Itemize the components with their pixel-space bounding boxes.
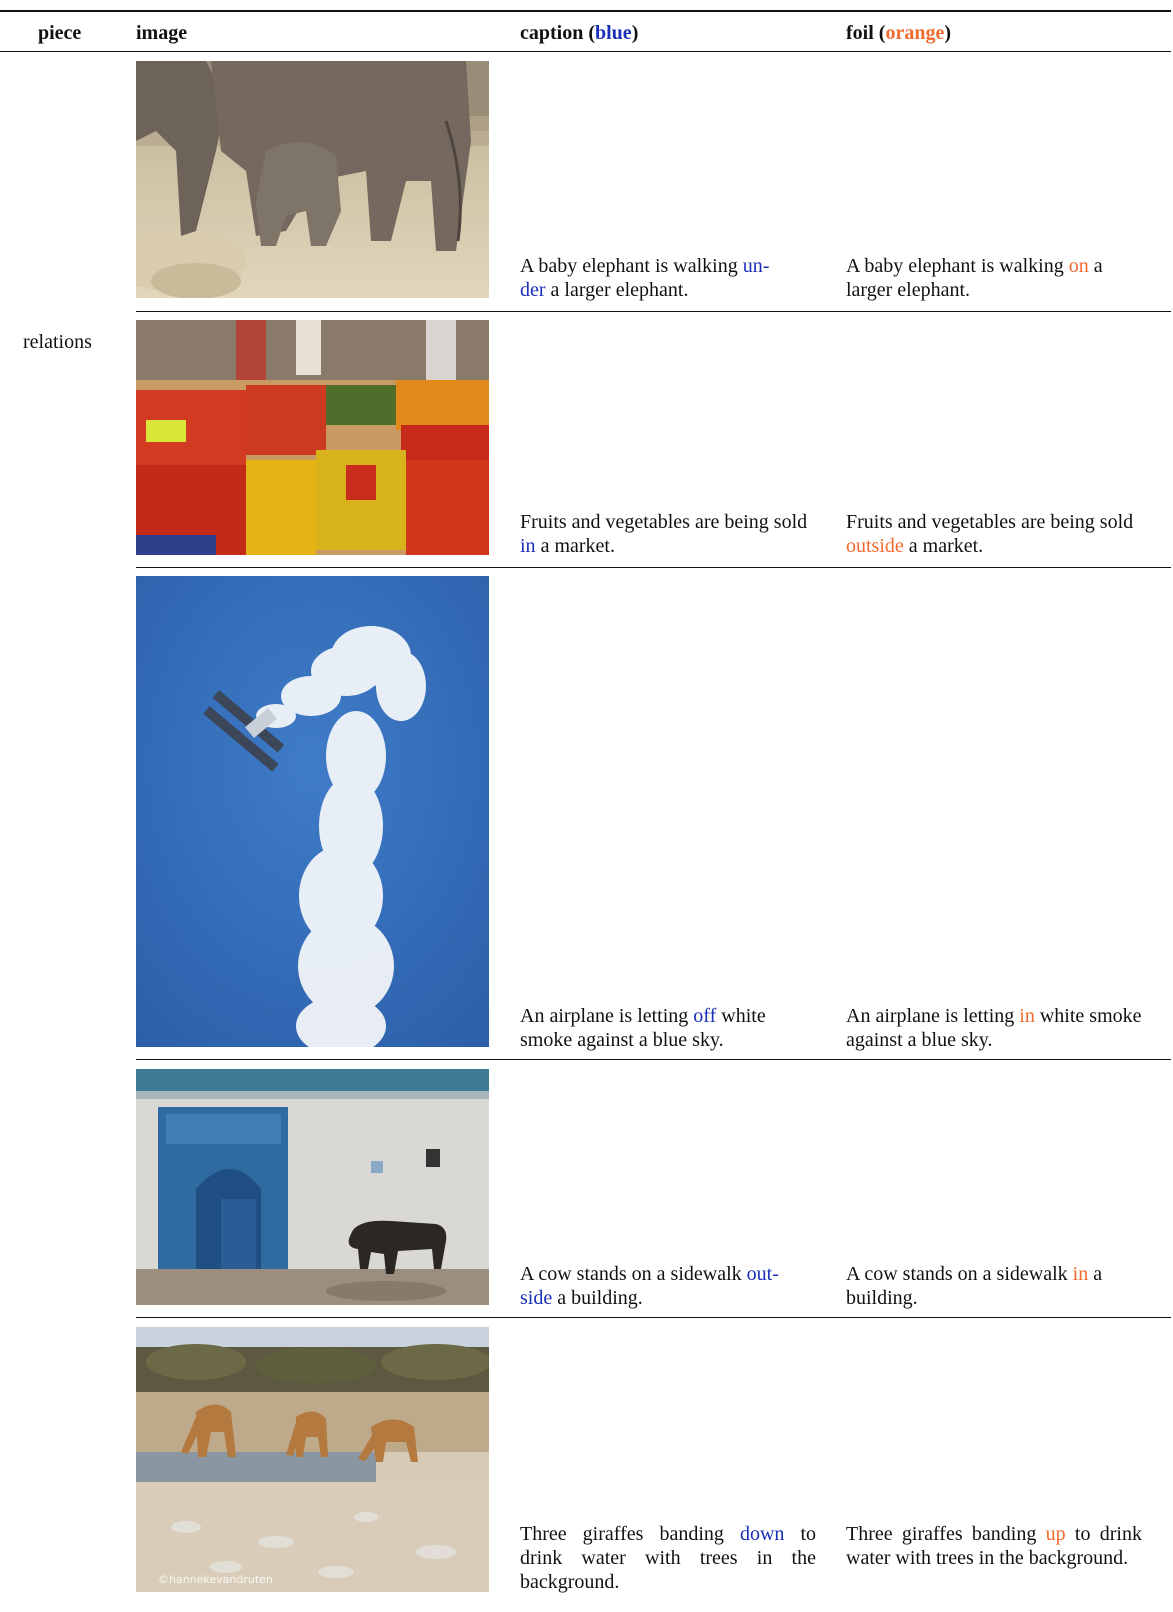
caption-3-keyword: off [693, 1005, 717, 1027]
foil-5-keyword: up [1045, 1523, 1066, 1545]
row-rule-3 [136, 1059, 1171, 1060]
foil-4-pre: A cow stands on a sidewalk [846, 1263, 1073, 1285]
foil-4: A cow stands on a sidewalk in a building… [846, 1262, 1148, 1310]
top-rule [0, 10, 1171, 12]
caption-2: Fruits and vegetables are being sold in … [520, 510, 820, 558]
header-image: image [136, 22, 188, 44]
foil-2-post: a market. [903, 535, 984, 557]
foil-3: An airplane is letting in white smoke ag… [846, 1004, 1146, 1052]
airplane-photo [136, 576, 489, 1047]
piece-label: relations [23, 331, 92, 353]
caption-5-pre: Three giraffes banding [520, 1523, 740, 1545]
giraffes-photo: ©hannekevandruten [136, 1327, 489, 1592]
caption-1: A baby elephant is walking un-der a larg… [520, 254, 820, 302]
foil-3-keyword: in [1019, 1005, 1035, 1027]
header-caption-pre: caption ( [520, 22, 595, 44]
caption-4-pre: A cow stands on a sidewalk [520, 1263, 747, 1285]
caption-4-keyword-cont: side [520, 1287, 553, 1309]
caption-1-keyword-cont: der [520, 279, 546, 301]
header-caption-color: blue [595, 22, 632, 44]
foil-1: A baby elephant is walking on a larger e… [846, 254, 1148, 302]
header-foil: foil (orange) [846, 21, 951, 45]
header-caption: caption (blue) [520, 21, 638, 45]
header-foil-post: ) [944, 22, 951, 44]
caption-5: Three giraffes banding down to drink wat… [520, 1522, 816, 1594]
caption-2-pre: Fruits and vegetables are being sold [520, 511, 808, 533]
caption-4-keyword: out- [746, 1263, 779, 1285]
caption-2-post: a market. [535, 535, 615, 557]
caption-1-keyword: un- [742, 255, 770, 277]
caption-1-post: a larger elephant. [545, 279, 689, 301]
header-piece: piece [38, 22, 82, 44]
caption-4-post: a building. [552, 1287, 643, 1309]
photo-watermark: ©hannekevandruten [158, 1573, 273, 1586]
foil-1-pre: A baby elephant is walking [846, 255, 1069, 277]
caption-1-pre: A baby elephant is walking [520, 255, 743, 277]
foil-2-pre: Fruits and vegetables are being sold [846, 511, 1134, 533]
elephants-photo [136, 61, 489, 298]
foil-2-keyword: outside [846, 535, 904, 557]
foil-1-keyword: on [1068, 255, 1089, 277]
market-photo [136, 320, 489, 555]
caption-3: An airplane is letting off white smoke a… [520, 1004, 820, 1052]
row-rule-1 [136, 311, 1171, 312]
caption-5-keyword: down [739, 1523, 785, 1545]
header-foil-pre: foil ( [846, 22, 886, 44]
foil-5: Three giraffes banding up to drink water… [846, 1522, 1142, 1570]
row-rule-4 [136, 1317, 1171, 1318]
caption-2-keyword: in [520, 535, 536, 557]
header-rule [0, 51, 1171, 52]
header-caption-post: ) [631, 22, 639, 44]
foil-5-pre: Three giraffes banding [846, 1523, 1046, 1545]
caption-4: A cow stands on a sidewalk out-side a bu… [520, 1262, 820, 1310]
foil-4-keyword: in [1072, 1263, 1089, 1285]
foil-2: Fruits and vegetables are being sold out… [846, 510, 1146, 558]
row-rule-2 [136, 567, 1171, 568]
cow-photo [136, 1069, 489, 1305]
caption-3-pre: An airplane is letting [520, 1005, 694, 1027]
header-foil-color: orange [885, 22, 945, 44]
foil-3-pre: An airplane is letting [846, 1005, 1020, 1027]
